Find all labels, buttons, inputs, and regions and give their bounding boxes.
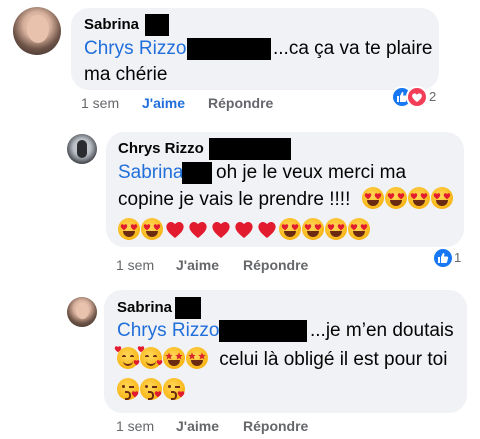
reply-text-line-1b: oh je le veux merci ma [216,162,407,183]
avatar-face [76,302,89,319]
comment-text-line-2: ma chérie [84,64,168,85]
avatar-chrys-rizzo[interactable] [67,134,97,164]
heart-eyes-icon [302,218,324,240]
heart-eyes-icon [118,218,140,240]
reply-button[interactable]: Répondre [243,257,308,273]
reply-time[interactable]: 1 sem [116,257,154,273]
reply-text-2: celui là obligé il est pour toi [219,349,448,370]
mention-link[interactable]: Sabrina [118,162,184,183]
reaction-count: 1 [454,250,462,265]
kissing-heart-icon [140,378,162,400]
reaction-count: 2 [429,89,437,104]
heart-eyes-icon [361,187,384,209]
comment-author[interactable]: Sabrina [84,16,139,33]
heart-eyes-icon [141,218,163,240]
like-button[interactable]: J'aime [176,418,219,434]
red-heart-icon [166,221,184,238]
avatar-face [27,15,49,43]
heart-eyes-icon [384,187,407,209]
heart-eyes-icon [407,187,430,209]
mention-link[interactable]: Chrys Rizzo [84,38,186,59]
like-button[interactable]: J'aime [142,95,185,111]
reply-text-line-1: Sabrina [118,160,184,186]
redacted-name [182,162,212,184]
reply-emoji-line [117,378,186,404]
redacted-name [145,14,169,36]
comment-text-line-1b: ...ca ça va te plaire [273,38,433,59]
reply-author[interactable]: Sabrina [117,299,172,316]
comment-time[interactable]: 1 sem [81,95,119,111]
reaction-summary[interactable]: 1 [432,247,462,269]
mention-link[interactable]: Chrys Rizzo [117,320,219,341]
avatar-sabrina[interactable] [13,7,61,55]
heart-eyes-icon [430,187,453,209]
reply-button[interactable]: Répondre [208,95,273,111]
reply-button[interactable]: Répondre [243,418,308,434]
smiling-hearts-icon [137,346,163,369]
like-button[interactable]: J'aime [176,257,219,273]
redacted-name [175,297,201,319]
reaction-summary[interactable]: 2 [391,86,441,108]
heart-eyes-icon [279,218,301,240]
emoji-group [114,346,209,370]
avatar-sabrina[interactable] [67,297,97,327]
redacted-name [209,138,291,160]
reply-actions: 1 sem J'aime Répondre [116,418,416,436]
heart-eyes-icon [348,218,370,240]
avatar-figure [77,140,87,158]
red-heart-icon [258,221,276,238]
red-heart-icon [212,221,230,238]
reply-text-line-2: copine je vais le prendre !!!! [118,187,454,213]
emoji-group [361,187,454,210]
smiling-hearts-icon [114,346,140,369]
reply-author[interactable]: Chrys Rizzo [118,140,204,157]
comment-actions: 1 sem J'aime Répondre [81,95,381,113]
reply-text-line-2: celui là obligé il est pour toi [114,346,448,373]
redacted-name [219,320,307,342]
kissing-heart-icon [163,378,185,400]
reply-text-2: copine je vais le prendre !!!! [118,189,351,210]
reply-text-line-1b: ...je m’en doutais [310,320,454,341]
reply-text-line-1: Chrys Rizzo [117,318,219,344]
redacted-name [187,38,271,60]
like-icon [432,247,454,269]
reply-emoji-line [118,218,371,244]
reply-time[interactable]: 1 sem [116,418,154,434]
heart-eyes-icon [325,218,347,240]
star-struck-icon [163,347,185,369]
love-icon [406,86,428,108]
reply-actions: 1 sem J'aime Répondre [116,257,416,275]
comment-text-line-1: Chrys Rizzo [84,36,186,62]
kissing-heart-icon [117,378,139,400]
red-heart-icon [189,221,207,238]
red-heart-icon [235,221,253,238]
star-struck-icon [186,347,208,369]
